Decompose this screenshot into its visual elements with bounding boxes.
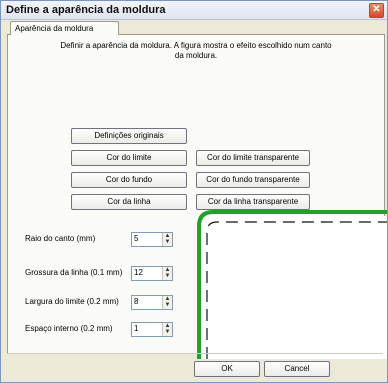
spin-arrows-icon[interactable]: ▲ ▼: [162, 296, 172, 309]
border-color-button[interactable]: Cor do limite: [71, 150, 187, 166]
defaults-button[interactable]: Definições originais: [71, 128, 187, 144]
inner-spacing-label: Espaço interno (0.2 mm): [25, 324, 113, 333]
spin-arrows-icon[interactable]: ▲ ▼: [162, 233, 172, 246]
inner-spacing-value: 1: [134, 324, 139, 333]
window-title: Define a aparência da moldura: [6, 4, 166, 16]
tab-label: Aparência da moldura: [15, 24, 94, 33]
line-thickness-label: Grossura da linha (0.1 mm): [25, 268, 123, 277]
inner-spacing-stepper[interactable]: 1 ▲ ▼: [131, 322, 173, 337]
background-transparent-button[interactable]: Cor do fundo transparente: [196, 172, 310, 188]
border-transparent-button[interactable]: Cor do limite transparente: [196, 150, 310, 166]
background-color-button[interactable]: Cor do fundo: [71, 172, 187, 188]
line-thickness-value: 12: [134, 268, 143, 277]
border-width-value: 8: [134, 297, 139, 306]
spin-arrows-icon[interactable]: ▲ ▼: [162, 323, 172, 336]
border-width-label: Largura do limite (0.2 mm): [25, 297, 119, 306]
line-color-button[interactable]: Cor da linha: [71, 194, 187, 210]
description-text: Definir a aparência da moldura. A figura…: [60, 41, 332, 60]
tab-frame-appearance[interactable]: Aparência da moldura: [10, 21, 119, 35]
title-bar: Define a aparência da moldura ✕: [1, 1, 387, 20]
border-width-stepper[interactable]: 8 ▲ ▼: [131, 295, 173, 310]
frame-preview: [197, 210, 387, 359]
close-icon[interactable]: ✕: [369, 3, 384, 18]
line-thickness-stepper[interactable]: 12 ▲ ▼: [131, 266, 173, 281]
corner-radius-value: 5: [134, 234, 139, 243]
corner-radius-stepper[interactable]: 5 ▲ ▼: [131, 232, 173, 247]
spin-arrows-icon[interactable]: ▲ ▼: [162, 267, 172, 280]
cancel-button[interactable]: Cancel: [264, 361, 330, 377]
frame-inner-fill: [202, 216, 387, 359]
corner-radius-label: Raio do canto (mm): [25, 234, 96, 243]
footer-separator: [7, 353, 383, 354]
ok-button[interactable]: OK: [194, 361, 260, 377]
dialog-window: Define a aparência da moldura ✕ Aparênci…: [0, 0, 388, 383]
